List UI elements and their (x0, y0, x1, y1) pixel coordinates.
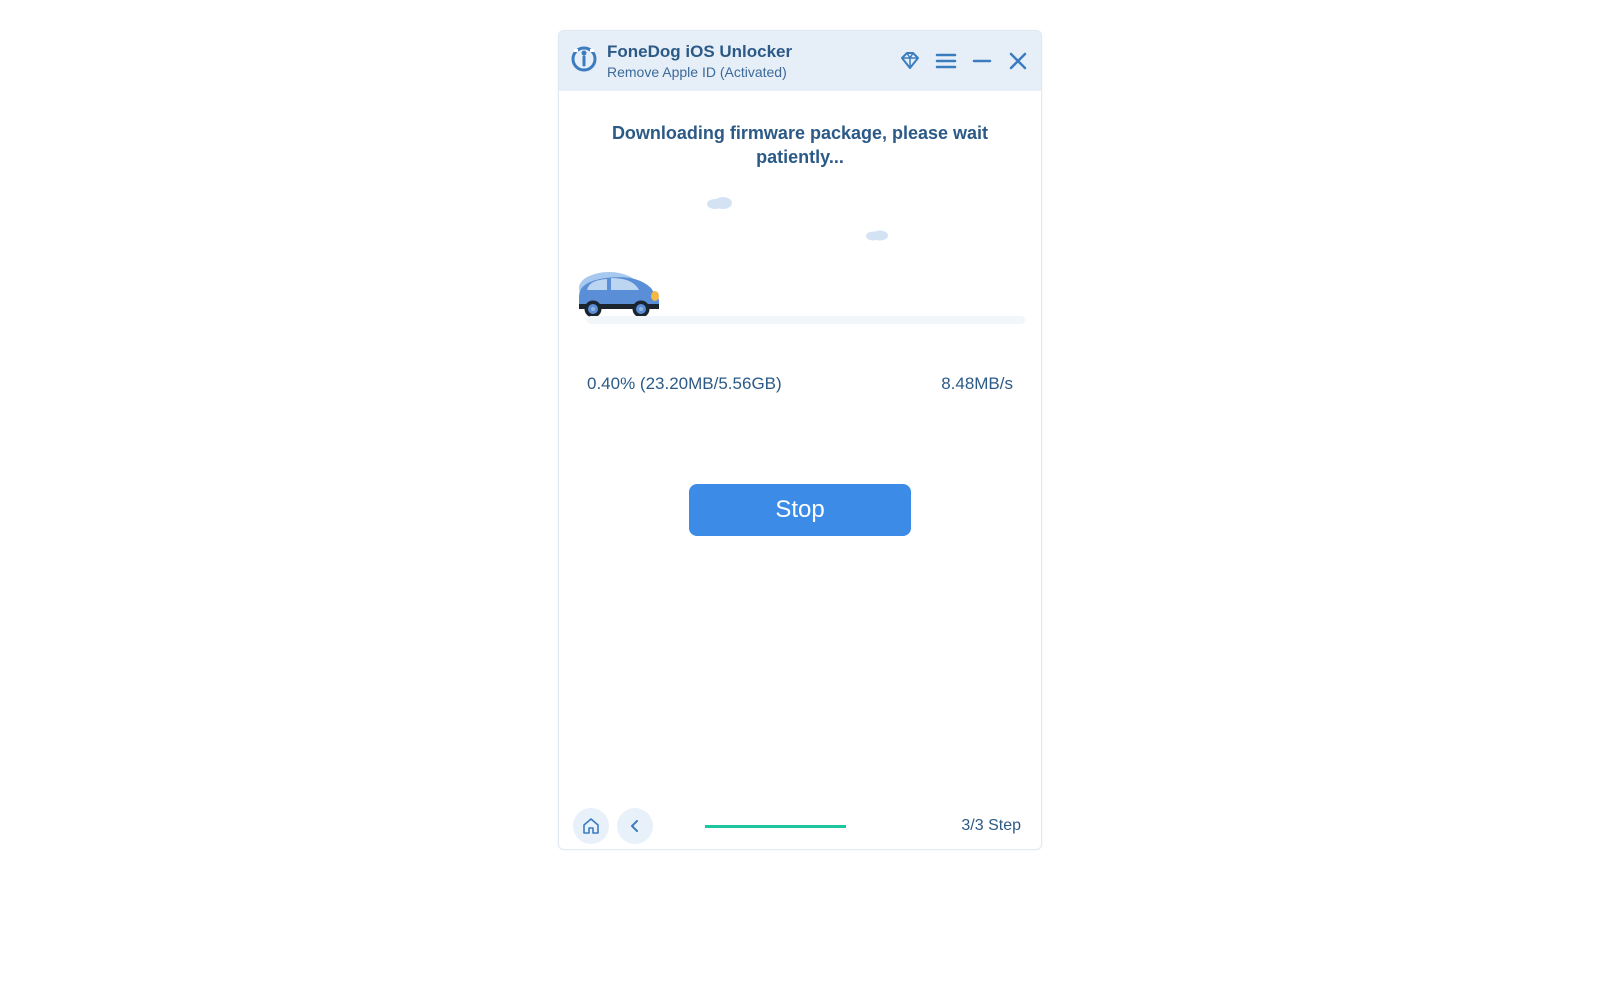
back-button[interactable] (617, 808, 653, 844)
progress-bar (587, 316, 1025, 324)
download-stats: 0.40% (23.20MB/5.56GB) 8.48MB/s (575, 334, 1025, 394)
title-bar: FoneDog iOS Unlocker Remove Apple ID (Ac… (559, 31, 1041, 91)
speed-text: 8.48MB/s (941, 374, 1013, 394)
app-logo-icon (571, 46, 597, 77)
cloud-icon (705, 194, 733, 210)
home-icon (582, 817, 600, 835)
step-progress-bar (681, 825, 923, 828)
title-text-block: FoneDog iOS Unlocker Remove Apple ID (Ac… (607, 42, 889, 80)
stop-button[interactable]: Stop (689, 484, 911, 536)
status-heading: Downloading firmware package, please wai… (575, 121, 1025, 170)
app-title: FoneDog iOS Unlocker (607, 42, 889, 62)
app-window: FoneDog iOS Unlocker Remove Apple ID (Ac… (558, 30, 1042, 850)
cloud-icon (865, 228, 889, 242)
chevron-left-icon (627, 818, 643, 834)
step-label: 3/3 Step (961, 817, 1021, 835)
footer-bar: 3/3 Step (559, 803, 1041, 849)
app-subtitle: Remove Apple ID (Activated) (607, 64, 889, 80)
car-icon (575, 266, 663, 318)
home-button[interactable] (573, 808, 609, 844)
close-icon[interactable] (1007, 50, 1029, 72)
step-progress-fill (705, 825, 846, 828)
main-content: Downloading firmware package, please wai… (559, 91, 1041, 803)
progress-text: 0.40% (23.20MB/5.56GB) (587, 374, 782, 394)
window-controls (899, 50, 1029, 72)
diamond-icon[interactable] (899, 50, 921, 72)
minimize-icon[interactable] (971, 50, 993, 72)
menu-icon[interactable] (935, 50, 957, 72)
download-illustration (575, 184, 1025, 334)
